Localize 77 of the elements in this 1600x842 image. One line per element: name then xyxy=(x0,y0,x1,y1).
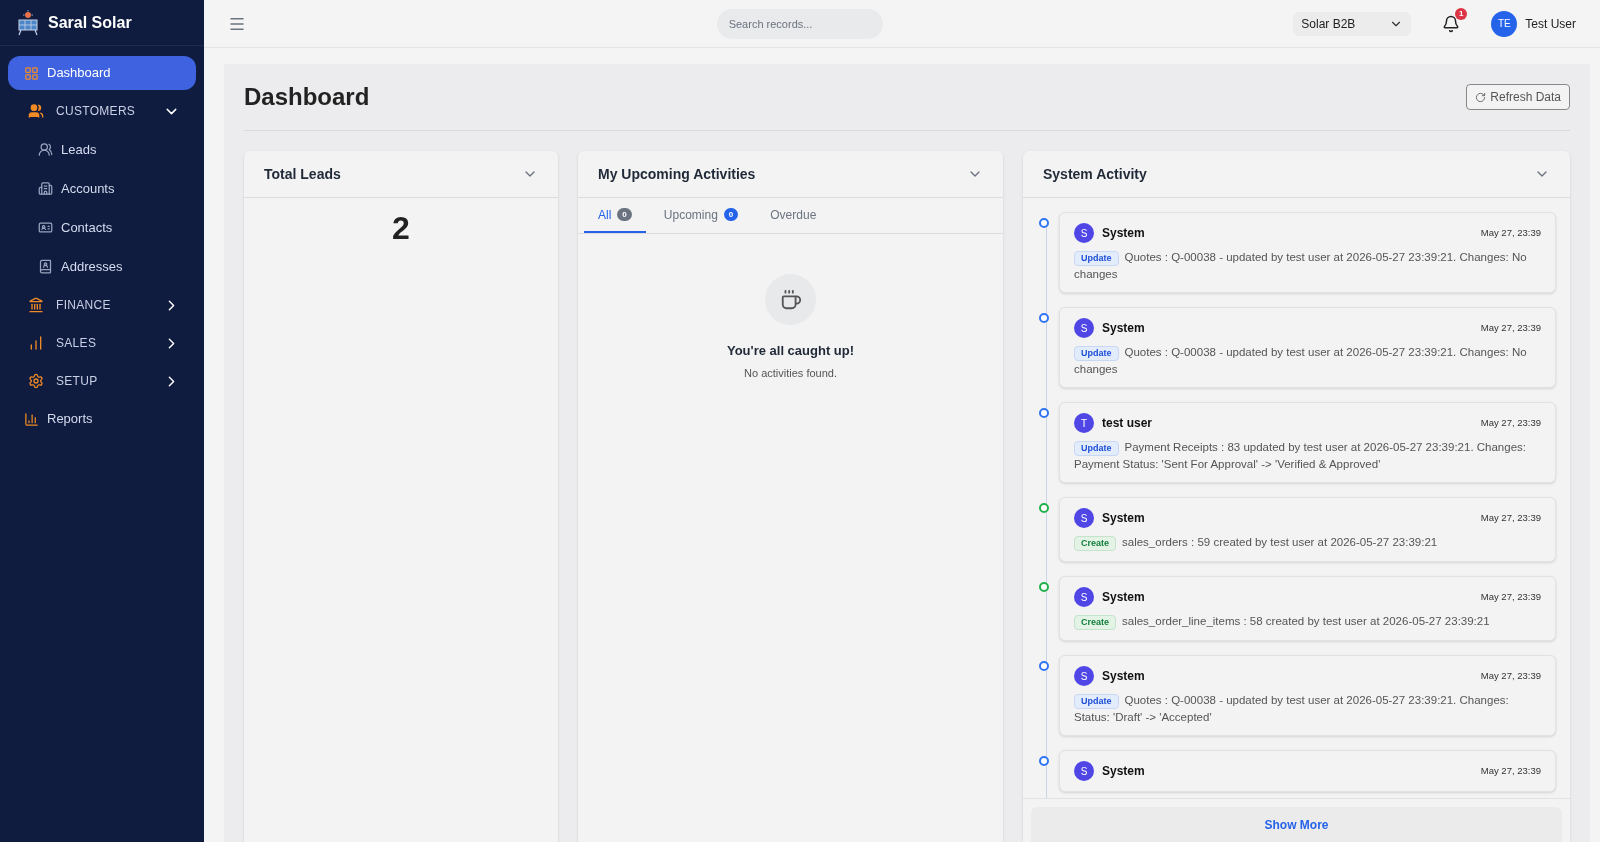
bell-icon xyxy=(1442,14,1461,33)
people-icon xyxy=(38,142,53,157)
gear-icon xyxy=(28,373,44,389)
page-title: Dashboard xyxy=(244,82,370,112)
people-icon xyxy=(28,103,44,119)
activity-time: May 27, 23:39 xyxy=(1480,225,1541,240)
bank-icon xyxy=(28,297,44,313)
chart-icon xyxy=(24,411,39,427)
action-tag: Update xyxy=(1074,694,1119,709)
sidebar-group[interactable]: FINANCE xyxy=(8,286,196,324)
card-title: Total Leads xyxy=(264,164,341,184)
avatar: S xyxy=(1074,761,1094,781)
refresh-icon xyxy=(1475,91,1487,103)
action-tag: Update xyxy=(1074,441,1119,456)
activity-text: Create sales_order_line_items : 58 created by test user at 2026-05-27 23:39:21 xyxy=(1074,613,1541,630)
sidebar-group[interactable]: CUSTOMERS xyxy=(8,92,196,130)
actor-name: System xyxy=(1102,668,1146,685)
actor-name: System xyxy=(1102,225,1146,242)
avatar: S xyxy=(1074,666,1094,686)
activity-text: Update Payment Receipts : 83 updated by test user at 2026-05-27 23:39:21. Changes: Payment Status: 'Sent For Approval' -> 'Verified & Approved' xyxy=(1074,440,1527,472)
activity-time: May 27, 23:39 xyxy=(1480,320,1541,335)
building-icon xyxy=(38,181,53,196)
action-tag: Create xyxy=(1074,536,1116,551)
activity-time: May 27, 23:39 xyxy=(1480,415,1541,430)
actor-name: System xyxy=(1102,763,1146,780)
action-tag: Update xyxy=(1074,346,1119,361)
user-avatar[interactable]: TE xyxy=(1491,10,1518,37)
refresh-button[interactable]: Refresh Data xyxy=(1466,84,1570,110)
user-name[interactable]: Test User xyxy=(1525,14,1576,33)
card-title: System Activity xyxy=(1043,164,1147,184)
count-badge: 0 xyxy=(617,208,632,221)
count-badge: 0 xyxy=(723,208,739,221)
brand-name: Saral Solar xyxy=(48,12,132,33)
activity-text: Update Quotes : Q-00038 - updated by test user at 2026-05-27 23:39:21. Changes: No changes xyxy=(1074,250,1528,282)
sidebar-group[interactable]: SALES xyxy=(8,324,196,362)
activity-tab[interactable]: All 0 xyxy=(584,198,646,233)
activity-time: May 27, 23:39 xyxy=(1480,589,1541,604)
empty-title: You're all caught up! xyxy=(726,342,855,360)
sidebar-item[interactable]: Reports xyxy=(8,402,196,436)
action-tag: Create xyxy=(1074,615,1116,630)
show-more-button[interactable]: Show More xyxy=(1031,807,1562,842)
avatar: S xyxy=(1074,223,1094,243)
id-card-icon xyxy=(38,220,53,235)
empty-text: No activities found. xyxy=(744,365,837,381)
activity-text: Update Quotes : Q-00038 - updated by test user at 2026-05-27 23:39:21. Changes: No changes xyxy=(1074,345,1528,377)
activity-time: May 27, 23:39 xyxy=(1480,668,1541,683)
activity-tab[interactable]: Overdue xyxy=(756,198,831,233)
total-leads-value: 2 xyxy=(392,209,410,248)
sidebar-group[interactable]: SETUP xyxy=(8,362,196,400)
sidebar-item[interactable]: Dashboard xyxy=(8,56,196,90)
actor-name: System xyxy=(1102,589,1146,606)
action-tag: Update xyxy=(1074,251,1119,266)
activity-text: Create sales_orders : 59 created by test user at 2026-05-27 23:39:21 xyxy=(1074,534,1541,551)
activity-text: Update Quotes : Q-00038 - updated by test user at 2026-05-27 23:39:21. Changes: Status: 'Draft' -> 'Accepted' xyxy=(1074,693,1510,725)
avatar: T xyxy=(1074,413,1094,433)
sidebar-subitem[interactable]: Accounts xyxy=(8,169,196,208)
contact-book-icon xyxy=(38,259,53,274)
card-title: My Upcoming Activities xyxy=(598,164,756,184)
activity-time: May 27, 23:39 xyxy=(1480,763,1541,778)
sidebar-subitem[interactable]: Addresses xyxy=(8,247,196,286)
avatar: S xyxy=(1074,587,1094,607)
activity-time: May 27, 23:39 xyxy=(1480,510,1541,525)
sidebar-subitem[interactable]: Contacts xyxy=(8,208,196,247)
notification-count: 1 xyxy=(1455,7,1468,20)
avatar: S xyxy=(1074,318,1094,338)
activity-tab[interactable]: Upcoming 0 xyxy=(649,198,753,233)
avatar: S xyxy=(1074,508,1094,528)
search-field[interactable]: Search records... xyxy=(716,8,883,39)
actor-name: test user xyxy=(1102,415,1154,432)
notification-button[interactable]: 1 xyxy=(1435,7,1468,40)
company-select[interactable]: Solar B2B xyxy=(1293,11,1412,36)
grid-icon xyxy=(24,65,39,81)
sidebar-subitem[interactable]: Leads xyxy=(8,130,196,169)
solar-panel-logo-icon xyxy=(16,9,40,36)
bar-chart-icon xyxy=(28,335,44,351)
actor-name: System xyxy=(1102,510,1146,527)
actor-name: System xyxy=(1102,320,1146,337)
